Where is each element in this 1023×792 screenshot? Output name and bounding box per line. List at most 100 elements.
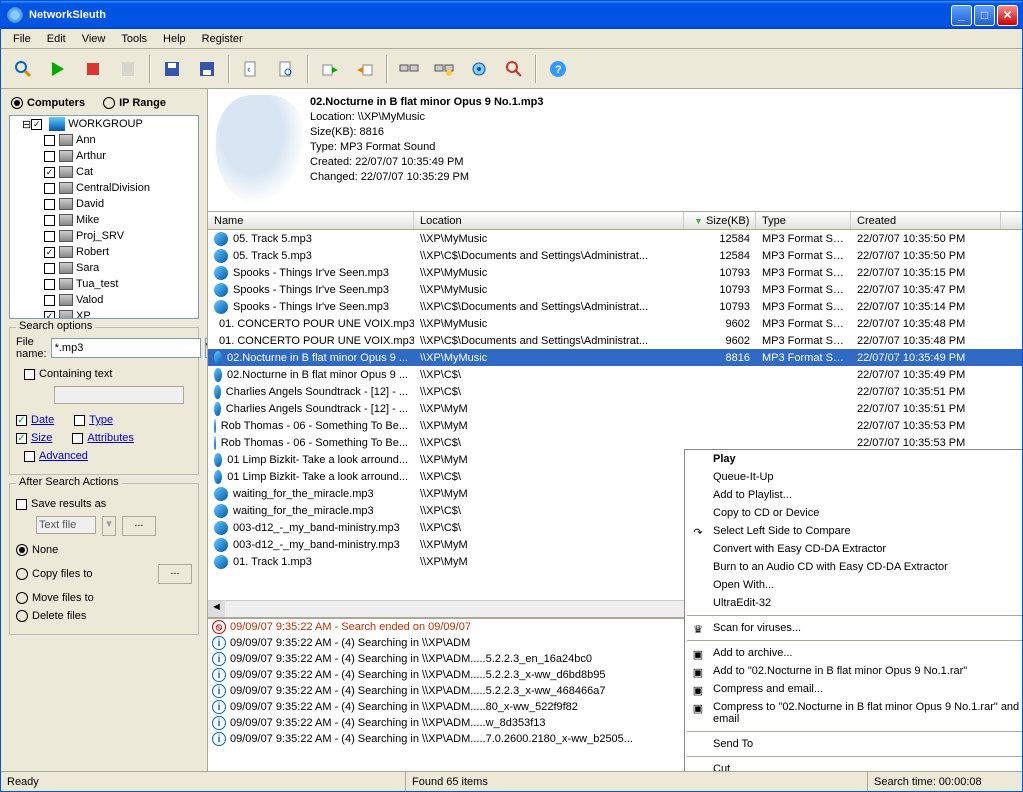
maximize-button[interactable]: □ [974, 5, 995, 26]
help-icon[interactable]: ? [542, 53, 574, 85]
menu-view[interactable]: View [74, 31, 114, 47]
tree-item[interactable]: Ann [10, 132, 198, 148]
computers-icon[interactable] [393, 53, 425, 85]
tree-item[interactable]: Tua_test [10, 276, 198, 292]
minimize-button[interactable]: _ [951, 5, 972, 26]
table-row[interactable]: Rob Thomas - 06 - Something To Be...\\XP… [208, 417, 1022, 434]
mode-computers[interactable]: Computers [11, 97, 85, 109]
action-none[interactable]: None [32, 544, 58, 556]
table-row[interactable]: 01. CONCERTO POUR UNE VOIX.mp3\\XP\C$\Do… [208, 332, 1022, 349]
tree-item[interactable]: David [10, 196, 198, 212]
export-icon[interactable] [314, 53, 346, 85]
detail-pane: 02.Nocturne in B flat minor Opus 9 No.1.… [208, 89, 1022, 211]
svg-text:‹: ‹ [247, 64, 251, 76]
tree-item[interactable]: ✓Robert [10, 244, 198, 260]
tree-item[interactable]: ✓Cat [10, 164, 198, 180]
browse-save-button[interactable]: ... [122, 516, 156, 536]
tree-item[interactable]: Valod [10, 292, 198, 308]
filename-input[interactable] [51, 338, 201, 358]
table-row[interactable]: 01. CONCERTO POUR UNE VOIX.mp3\\XP\MyMus… [208, 315, 1022, 332]
date-checkbox[interactable]: Date [31, 414, 54, 426]
context-item[interactable]: Queue-It-Up [685, 468, 1022, 486]
detail-name: 02.Nocturne in B flat minor Opus 9 No.1.… [310, 96, 543, 108]
advanced-checkbox[interactable]: Advanced [39, 450, 88, 462]
save-type-select [36, 516, 96, 534]
containing-checkbox[interactable]: Containing text [39, 368, 112, 380]
search-icon[interactable] [7, 53, 39, 85]
context-item[interactable]: UltraEdit-32 [685, 594, 1022, 612]
after-actions-group: After Search Actions Save results as ▾ .… [9, 483, 199, 635]
action-move[interactable]: Move files to [32, 592, 94, 604]
size-checkbox[interactable]: Size [31, 432, 52, 444]
status-time: Search time: 00:00:08 [867, 772, 1022, 791]
mode-iprange[interactable]: IP Range [103, 97, 166, 109]
play-icon[interactable] [42, 53, 74, 85]
containing-input [54, 386, 184, 404]
zoom-red-icon[interactable] [498, 53, 530, 85]
col-location: Location [414, 212, 684, 229]
action-copy[interactable]: Copy files to [32, 568, 93, 580]
action-delete[interactable]: Delete files [32, 610, 86, 622]
menu-help[interactable]: Help [155, 31, 194, 47]
list-header[interactable]: Name Location ▼ Size(KB) Type Created [208, 212, 1022, 230]
table-row[interactable]: Spooks - Things Ir've Seen.mp3\\XP\MyMus… [208, 264, 1022, 281]
page-prev-icon[interactable]: ‹ [235, 53, 267, 85]
gear-icon[interactable] [463, 53, 495, 85]
context-item[interactable]: Send To▶ [685, 735, 1022, 753]
stop-icon[interactable] [77, 53, 109, 85]
table-row[interactable]: Charlies Angels Soundtrack - [12] - ...\… [208, 383, 1022, 400]
context-item[interactable]: Compress and email...▣ [685, 680, 1022, 698]
computers-gear-icon[interactable] [428, 53, 460, 85]
table-row[interactable]: 02.Nocturne in B flat minor Opus 9 ...\\… [208, 349, 1022, 366]
context-item[interactable]: Add to archive...▣ [685, 644, 1022, 662]
context-item[interactable]: Cut [685, 760, 1022, 771]
page-find-icon[interactable] [270, 53, 302, 85]
status-ready: Ready [1, 772, 405, 791]
table-row[interactable]: 05. Track 5.mp3\\XP\MyMusic12584MP3 Form… [208, 230, 1022, 247]
window: NetworkSleuth _ □ ✕ File Edit View Tools… [0, 0, 1023, 792]
context-item[interactable]: Convert with Easy CD-DA Extractor [685, 540, 1022, 558]
computer-tree[interactable]: ⊟ ✓WORKGROUP AnnArthur✓CatCentralDivisio… [9, 115, 199, 319]
context-item[interactable]: Select Left Side to Compare↷ [685, 522, 1022, 540]
attr-checkbox[interactable]: Attributes [87, 432, 133, 444]
tree-item[interactable]: Arthur [10, 148, 198, 164]
open-icon[interactable] [191, 53, 223, 85]
tree-item[interactable]: ✓XP [10, 308, 198, 319]
close-button[interactable]: ✕ [997, 5, 1018, 26]
doc-icon[interactable] [112, 53, 144, 85]
import-icon[interactable] [349, 53, 381, 85]
save-icon[interactable] [156, 53, 188, 85]
context-menu[interactable]: PlayQueue-It-UpAdd to Playlist...Copy to… [684, 449, 1022, 771]
browse-copy-button[interactable]: ... [158, 564, 192, 584]
context-item[interactable]: Open With... [685, 576, 1022, 594]
save-results-checkbox[interactable]: Save results as [31, 498, 106, 510]
menu-tools[interactable]: Tools [113, 31, 155, 47]
context-item[interactable]: Copy to CD or Device [685, 504, 1022, 522]
tree-item[interactable]: Sara [10, 260, 198, 276]
menu-file[interactable]: File [5, 31, 39, 47]
table-row[interactable]: 05. Track 5.mp3\\XP\C$\Documents and Set… [208, 247, 1022, 264]
tree-item[interactable]: CentralDivision [10, 180, 198, 196]
menubar: File Edit View Tools Help Register [1, 29, 1022, 49]
context-item[interactable]: Add to "02.Nocturne in B flat minor Opus… [685, 662, 1022, 680]
tree-item[interactable]: Mike [10, 212, 198, 228]
app-icon [7, 7, 23, 23]
type-checkbox[interactable]: Type [89, 414, 113, 426]
table-row[interactable]: Charlies Angels Soundtrack - [12] - ...\… [208, 400, 1022, 417]
toolbar: ‹ ? [1, 49, 1022, 89]
context-item[interactable]: Compress to "02.Nocturne in B flat minor… [685, 698, 1022, 728]
context-item[interactable]: Burn to an Audio CD with Easy CD-DA Extr… [685, 558, 1022, 576]
titlebar[interactable]: NetworkSleuth _ □ ✕ [1, 1, 1022, 29]
tree-item[interactable]: Proj_SRV [10, 228, 198, 244]
tree-root: WORKGROUP [68, 118, 143, 130]
table-row[interactable]: Spooks - Things Ir've Seen.mp3\\XP\MyMus… [208, 281, 1022, 298]
table-row[interactable]: Spooks - Things Ir've Seen.mp3\\XP\C$\Do… [208, 298, 1022, 315]
col-type: Type [756, 212, 851, 229]
menu-register[interactable]: Register [194, 31, 251, 47]
context-item[interactable]: Scan for viruses...♛ [685, 619, 1022, 637]
context-item[interactable]: Play [685, 450, 1022, 468]
table-row[interactable]: 02.Nocturne in B flat minor Opus 9 ...\\… [208, 366, 1022, 383]
menu-edit[interactable]: Edit [39, 31, 74, 47]
sherlock-icon [216, 95, 306, 205]
context-item[interactable]: Add to Playlist... [685, 486, 1022, 504]
